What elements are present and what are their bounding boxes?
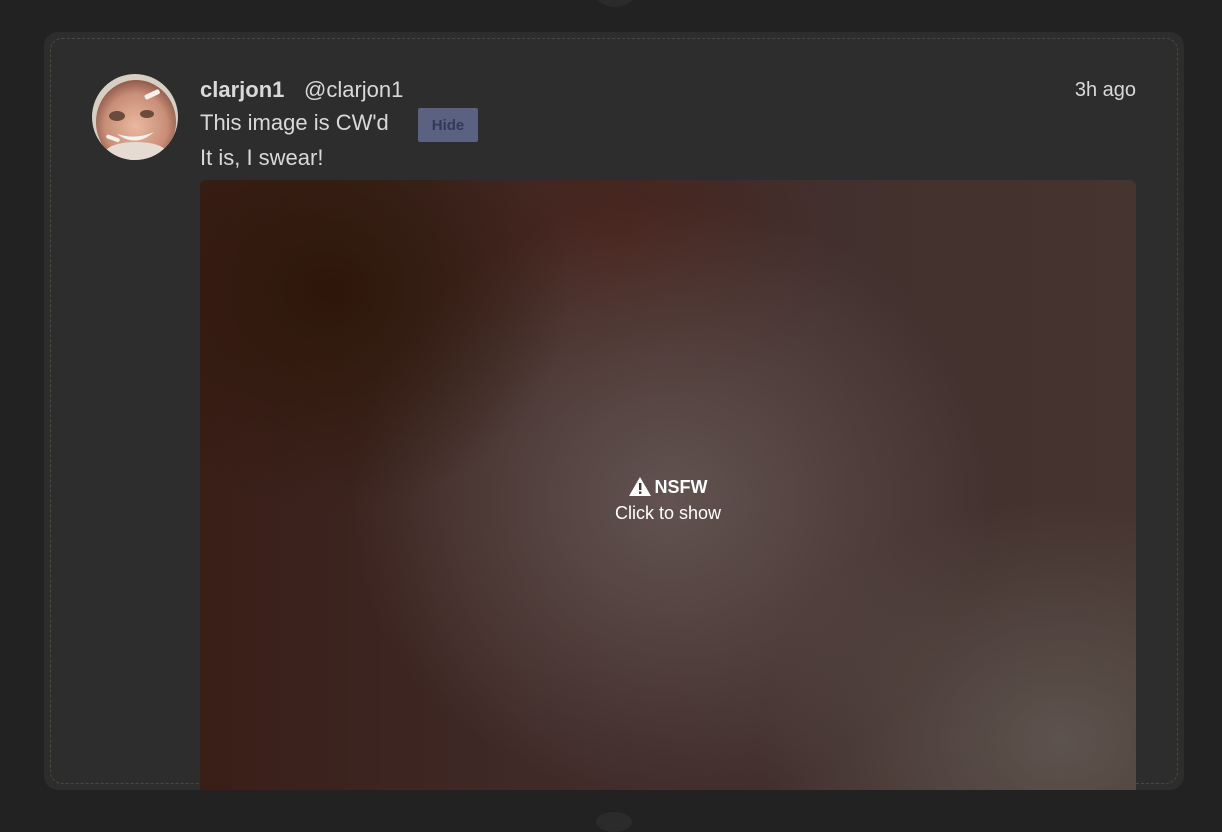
nsfw-label-row: NSFW [200,477,1136,501]
click-to-show-text: Click to show [614,503,722,523]
nsfw-overlay[interactable]: NSFW Click to show [200,180,1136,790]
warning-triangle-icon [628,477,651,501]
post-body: It is, I swear! [200,145,324,170]
post-timestamp[interactable]: 3h ago [1075,79,1136,102]
display-name[interactable]: clarjon1 [200,77,284,103]
user-handle[interactable]: @clarjon1 [304,77,403,103]
post-card: clarjon1 @clarjon1 3h ago This image is … [44,32,1184,790]
bottom-connector [596,812,632,832]
nsfw-label: NSFW [654,477,708,497]
avatar[interactable] [92,74,178,160]
hide-button[interactable]: Hide [418,108,478,142]
top-connector [589,0,641,7]
nsfw-media[interactable]: NSFW Click to show [200,180,1136,790]
content-warning-text: This image is CW'd [200,110,389,135]
